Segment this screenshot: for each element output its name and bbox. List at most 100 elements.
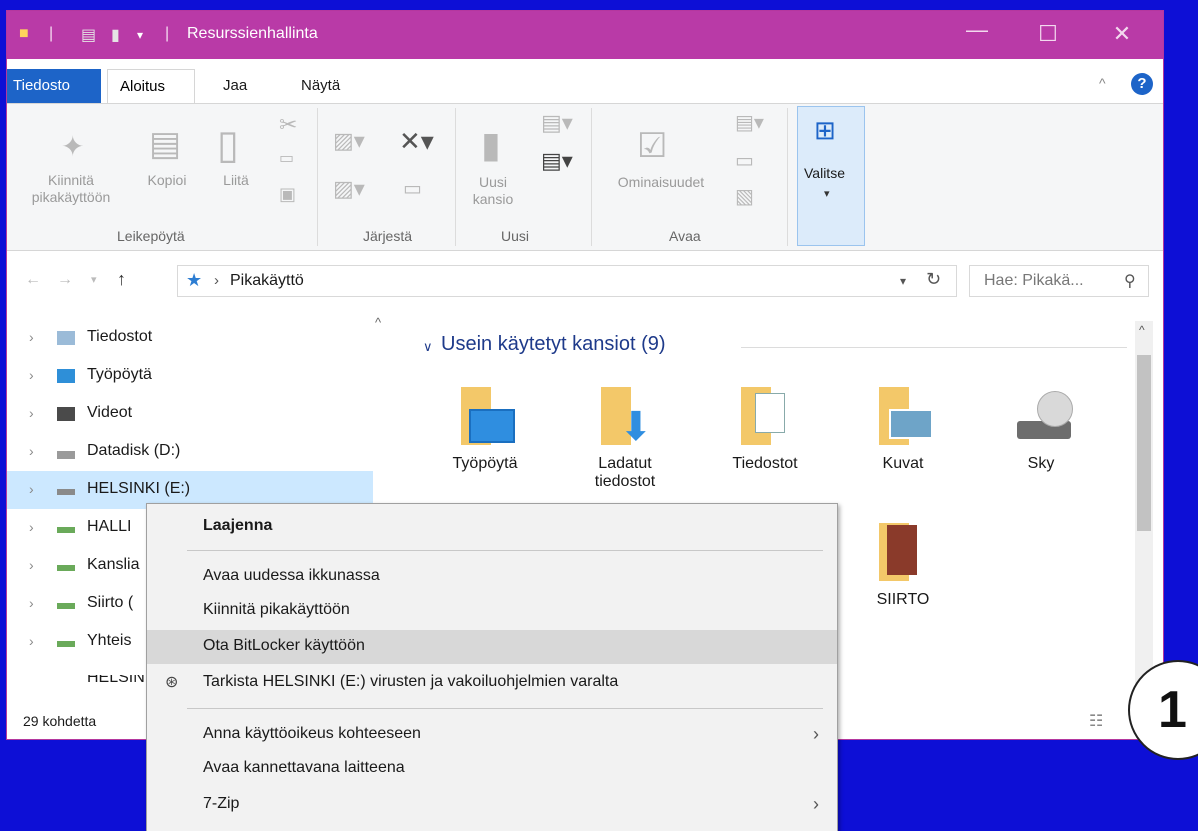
select-button[interactable]: ⊞ Valitse ▾ [797,106,865,246]
copy-to-icon[interactable]: ▨▾ [333,176,365,202]
nav-item-videos[interactable]: › Videot [7,395,373,433]
folder-documents[interactable]: Tiedostot [705,387,825,473]
chevron-right-icon[interactable]: › [29,443,34,459]
help-icon[interactable]: ? [1131,73,1153,95]
open-icon[interactable]: ▤▾ [735,110,764,135]
group-header[interactable]: Usein käytetyt kansiot (9) [441,333,666,356]
folder-sky[interactable]: Sky [981,387,1101,473]
pin-button[interactable]: Kiinnitä pikakäyttöön [11,172,131,206]
refresh-icon[interactable]: ↻ [926,269,941,290]
properties-quick-icon[interactable]: ▤ [81,25,96,45]
siirto-folder-icon [873,523,933,581]
breadcrumb-separator: › [214,272,219,289]
minimize-button[interactable]: — [962,17,992,43]
submenu-arrow-icon: › [813,794,819,814]
folder-desktop[interactable]: Työpöytä [425,387,545,473]
scroll-thumb[interactable] [1137,355,1151,531]
tab-file[interactable]: Tiedosto [7,69,101,103]
nav-item-desktop[interactable]: › Työpöytä [7,357,373,395]
paste-icon: ▯ [217,123,240,167]
recent-locations-icon[interactable]: ▾ [91,273,97,286]
context-menu: Laajenna Avaa uudessa ikkunassa Kiinnitä… [146,503,838,831]
address-dropdown-icon[interactable]: ▾ [900,274,906,288]
documents-folder-icon [735,387,795,445]
tab-share[interactable]: Jaa [223,77,247,94]
menu-item-expand[interactable]: Laajenna [147,510,837,544]
search-input[interactable]: Hae: Pikakä... ⚲ [969,265,1149,297]
history-icon[interactable]: ▧ [735,184,754,209]
paste-button[interactable]: Liitä [211,172,261,189]
defender-scan-icon: ⊛ [165,674,179,691]
rename-icon[interactable]: ▭ [403,176,422,201]
search-icon[interactable]: ⚲ [1124,271,1136,291]
folder-pictures[interactable]: Kuvat [843,387,963,473]
up-icon[interactable]: ↑ [117,269,126,290]
scroll-up-icon[interactable]: ^ [1139,323,1145,337]
ribbon-divider [591,108,592,246]
back-icon[interactable]: ← [25,271,41,289]
collapse-ribbon-icon[interactable]: ^ [1099,75,1106,91]
folder-siirto[interactable]: SIIRTO [843,523,963,609]
network-drive-icon [57,603,75,609]
menu-item-bitlocker[interactable]: Ota BitLocker käyttöön [147,630,837,664]
chevron-right-icon[interactable]: › [29,557,34,573]
move-to-icon[interactable]: ▨▾ [333,128,365,154]
chevron-right-icon[interactable]: › [29,633,34,649]
copy-path-icon[interactable]: ▭ [279,148,294,168]
separator-icon: | [49,25,54,42]
delete-icon[interactable]: ✕▾ [399,126,434,157]
menu-item-scan-virus[interactable]: ⊛ Tarkista HELSINKI (E:) virusten ja vak… [147,666,837,700]
new-folder-quick-icon[interactable]: ▮ [111,25,120,45]
address-bar[interactable]: ★ › Pikakäyttö ▾ ↻ [177,265,957,297]
chevron-right-icon[interactable]: › [29,329,34,345]
nav-scroll-up-icon[interactable]: ^ [375,315,381,330]
details-view-icon[interactable]: ☷ [1089,711,1103,731]
chevron-right-icon[interactable]: › [29,595,34,611]
nav-item-documents[interactable]: › Tiedostot [7,319,373,357]
menu-item-pin-quick-access[interactable]: Kiinnitä pikakäyttöön [147,594,837,628]
folder-icon: ■ [19,25,29,42]
group-divider [741,347,1127,348]
new-item-icon[interactable]: ▤▾ [541,110,573,136]
item-count: 29 kohdetta [23,713,97,729]
separator-icon: | [165,25,170,42]
usb-drive-icon [57,489,75,495]
chevron-down-icon: ▾ [824,188,830,200]
nav-item-datadisk[interactable]: › Datadisk (D:) [7,433,373,471]
tab-view[interactable]: Näytä [301,77,340,94]
cut-icon[interactable]: ✂ [279,112,297,138]
new-folder-button[interactable]: Uusi kansio [463,174,523,208]
breadcrumb[interactable]: Pikakäyttö [230,272,304,290]
videos-icon [57,407,75,421]
close-button[interactable]: ✕ [1107,21,1137,47]
content-scrollbar[interactable]: ^ [1135,321,1153,691]
forward-icon[interactable]: → [57,271,73,289]
new-folder-icon: ▮ [481,124,501,165]
easy-access-icon[interactable]: ▤▾ [541,148,573,174]
ribbon-divider [455,108,456,246]
chevron-right-icon[interactable]: › [29,405,34,421]
group-open-label: Avaa [669,228,701,244]
menu-item-7zip[interactable]: 7-Zip › [147,788,837,822]
edit-icon[interactable]: ▭ [735,148,754,173]
customize-toolbar-icon[interactable]: ▾ [137,28,143,42]
folder-downloads[interactable]: ⬇ Ladatut tiedostot [565,387,685,491]
tab-home[interactable]: Aloitus [107,69,195,105]
group-new-label: Uusi [501,228,530,244]
chevron-right-icon[interactable]: › [29,367,34,383]
copy-button[interactable]: Kopioi [137,172,197,189]
paste-shortcut-icon[interactable]: ▣ [279,184,296,205]
menu-item-open-new-window[interactable]: Avaa uudessa ikkunassa [147,560,837,594]
collapse-group-icon[interactable]: ∨ [423,339,433,355]
chevron-right-icon[interactable]: › [29,481,34,497]
maximize-button[interactable]: ☐ [1033,21,1063,47]
pictures-folder-icon [873,387,933,445]
network-drive-icon [57,641,75,647]
chevron-right-icon[interactable]: › [29,519,34,535]
select-icon: ⊞ [814,115,836,145]
title-bar: ■ | ▤ ▮ ▾ | Resurssienhallinta — ☐ ✕ [7,11,1163,59]
properties-button[interactable]: Ominaisuudet [601,174,721,191]
menu-item-open-portable[interactable]: Avaa kannettavana laitteena [147,752,837,786]
menu-item-give-access[interactable]: Anna käyttöoikeus kohteeseen › [147,718,837,752]
star-icon: ★ [186,270,203,290]
